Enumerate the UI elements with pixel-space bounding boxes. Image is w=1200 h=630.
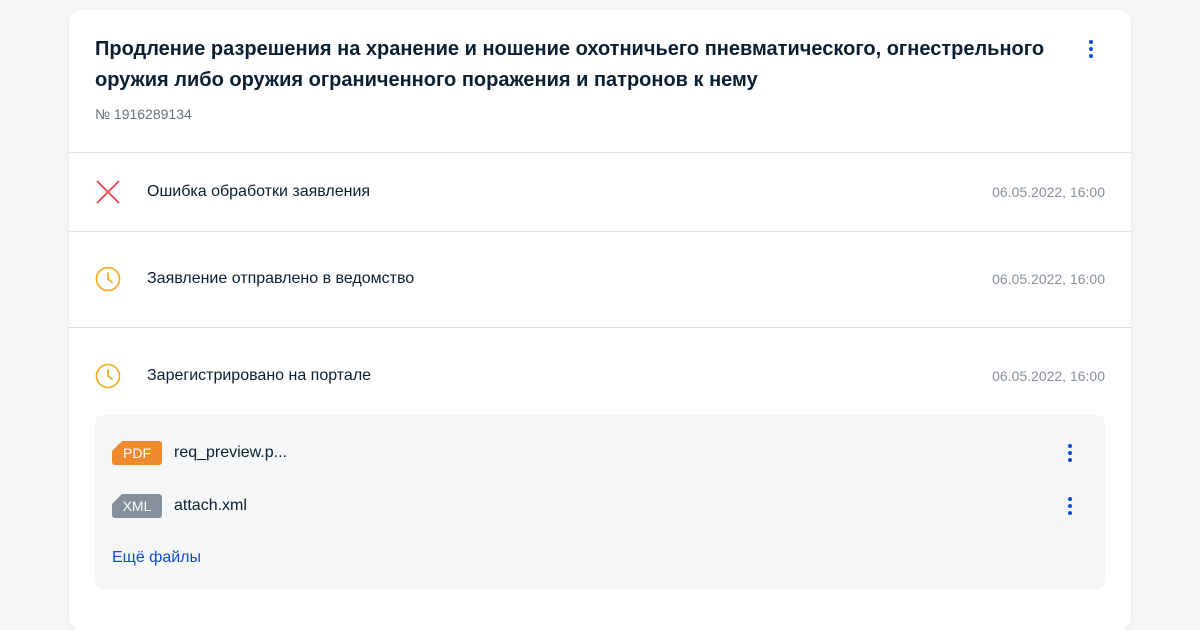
divider [69,327,1131,328]
application-number: № 1916289134 [95,106,192,122]
divider [69,231,1131,232]
attached-files-panel: PDF req_preview.p... XML attach.xml Ещё … [95,415,1105,589]
file-name-link[interactable]: attach.xml [174,497,247,515]
clock-icon [95,363,121,389]
kebab-vertical-icon [1089,40,1093,58]
status-text: Ошибка обработки заявления [147,183,371,200]
file-menu-button[interactable] [1058,494,1082,518]
kebab-vertical-icon [1068,444,1072,462]
file-name-link[interactable]: req_preview.p... [174,444,287,462]
status-date: 06.05.2022, 16:00 [992,184,1105,200]
file-item[interactable]: PDF req_preview.p... [95,438,1105,468]
status-row-error: Ошибка обработки заявления 06.05.2022, 1… [69,162,1131,222]
more-files-link[interactable]: Ещё файлы [112,549,201,567]
status-row-sent: Заявление отправлено в ведомство 06.05.2… [69,249,1131,309]
status-text: Заявление отправлено в ведомство [147,270,415,287]
status-date: 06.05.2022, 16:00 [992,271,1105,287]
status-date: 06.05.2022, 16:00 [992,368,1105,384]
file-menu-button[interactable] [1058,441,1082,465]
pdf-file-icon: PDF [112,441,162,465]
application-card: Продление разрешения на хранение и ношен… [69,10,1131,630]
error-cross-icon [95,179,121,205]
application-title: Продление разрешения на хранение и ношен… [95,38,1045,91]
divider [69,152,1131,153]
status-row-registered: Зарегистрировано на портале 06.05.2022, … [69,346,1131,406]
kebab-vertical-icon [1068,497,1072,515]
status-text: Зарегистрировано на портале [147,367,372,384]
xml-file-icon: XML [112,494,162,518]
card-header: Продление разрешения на хранение и ношен… [95,34,1075,122]
clock-icon [95,266,121,292]
card-menu-button[interactable] [1079,37,1103,61]
file-item[interactable]: XML attach.xml [95,491,1105,521]
